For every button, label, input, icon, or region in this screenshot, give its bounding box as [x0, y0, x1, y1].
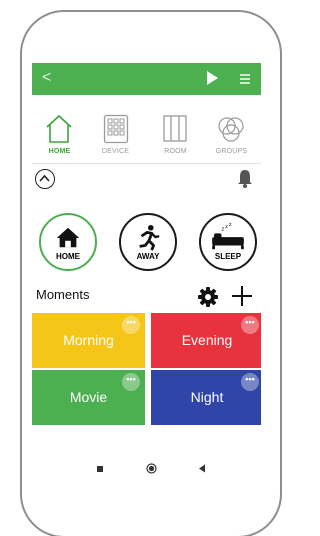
- triangle-back-icon[interactable]: [198, 464, 206, 473]
- more-options-icon[interactable]: •••: [122, 316, 140, 334]
- square-icon[interactable]: [96, 465, 104, 473]
- more-options-icon[interactable]: •••: [241, 373, 259, 391]
- moment-morning-label: Morning: [63, 332, 114, 348]
- moment-morning-tile[interactable]: Morning •••: [32, 313, 145, 368]
- tab-groups-label: GROUPS: [215, 148, 248, 155]
- mode-away-label: AWAY: [136, 252, 160, 261]
- play-icon[interactable]: [207, 71, 218, 85]
- moment-night-label: Night: [190, 389, 224, 405]
- tab-device[interactable]: DEVICE: [88, 111, 143, 155]
- svg-text:z: z: [229, 223, 232, 228]
- bell-icon[interactable]: [237, 169, 253, 189]
- gear-icon[interactable]: [198, 287, 218, 307]
- chevron-up-icon[interactable]: [35, 169, 55, 189]
- svg-text:z: z: [221, 227, 224, 233]
- tab-device-label: DEVICE: [101, 148, 130, 155]
- moment-movie-label: Movie: [69, 389, 108, 405]
- moments-title: Moments: [36, 287, 90, 302]
- moment-evening-tile[interactable]: Evening •••: [151, 313, 261, 368]
- running-person-icon: [139, 224, 160, 251]
- tab-home-label: HOME: [48, 148, 71, 155]
- svg-text:z: z: [225, 224, 228, 230]
- mode-away-button[interactable]: AWAY: [119, 213, 177, 271]
- moment-night-tile[interactable]: Night •••: [151, 370, 261, 425]
- moment-movie-tile[interactable]: Movie •••: [32, 370, 145, 425]
- bed-icon: z z z: [212, 223, 244, 250]
- mode-home-button[interactable]: HOME: [39, 213, 97, 271]
- app-screen: < HOME DEVICE ROOM GROUPS HOME AWAY z z …: [32, 63, 261, 508]
- room-icon: [163, 115, 187, 142]
- nav-divider: [32, 163, 261, 164]
- add-moment-icon[interactable]: [231, 285, 253, 307]
- device-grid-icon: [103, 114, 129, 144]
- main-nav: HOME DEVICE ROOM GROUPS: [32, 111, 261, 161]
- tab-groups[interactable]: GROUPS: [204, 111, 259, 155]
- chevron-left-icon[interactable]: <: [42, 69, 51, 87]
- home-outline-icon: [46, 114, 72, 143]
- tab-room[interactable]: ROOM: [148, 111, 203, 155]
- groups-icon: [218, 117, 244, 142]
- tab-room-label: ROOM: [164, 148, 187, 155]
- more-options-icon[interactable]: •••: [241, 316, 259, 334]
- top-bar: <: [32, 63, 261, 95]
- mode-sleep-button[interactable]: z z z SLEEP: [199, 213, 257, 271]
- mode-home-label: HOME: [56, 252, 80, 261]
- circle-icon[interactable]: [146, 463, 157, 474]
- menu-icon[interactable]: [240, 74, 250, 86]
- moment-evening-label: Evening: [181, 332, 233, 348]
- mode-sleep-label: SLEEP: [214, 252, 242, 261]
- house-icon: [56, 227, 80, 248]
- more-options-icon[interactable]: •••: [122, 373, 140, 391]
- tab-home[interactable]: HOME: [32, 111, 87, 155]
